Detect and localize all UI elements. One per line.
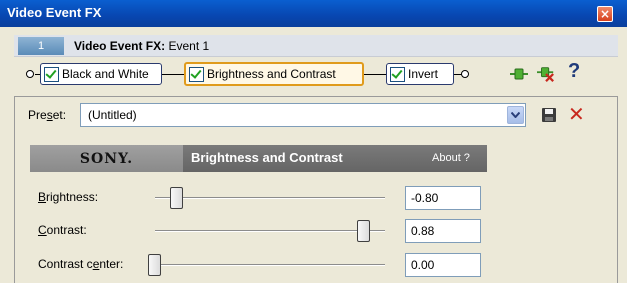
event-label-prefix: Video Event FX: xyxy=(74,39,166,53)
sony-logo: SONY. xyxy=(30,145,183,172)
chevron-down-icon[interactable] xyxy=(507,106,524,124)
delete-preset-button[interactable]: ✕ xyxy=(568,104,585,124)
contrast-slider-track[interactable] xyxy=(155,230,385,232)
plugin-enable-checkbox[interactable] xyxy=(189,66,204,82)
brightness-label: Brightness: xyxy=(38,190,98,204)
chain-end-node xyxy=(461,70,469,78)
contrast-label: Contrast: xyxy=(38,223,87,237)
plugin-black-and-white[interactable]: Black and White xyxy=(40,63,162,85)
event-label: Video Event FX: Event 1 xyxy=(74,39,209,53)
plugin-brightness-and-contrast[interactable]: Brightness and Contrast xyxy=(184,62,364,86)
label-rest: ontrast: xyxy=(46,223,87,237)
contrast-center-slider-track[interactable] xyxy=(155,264,385,266)
title-bar: Video Event FX xyxy=(0,0,627,27)
plugin-title: Brightness and Contrast xyxy=(191,150,343,165)
contrast-center-value-field[interactable]: 0.00 xyxy=(405,253,481,277)
contrast-slider-thumb[interactable] xyxy=(356,220,370,242)
preset-label-part: et: xyxy=(52,108,67,122)
brightness-slider-track[interactable] xyxy=(155,197,385,199)
plugin-label: Invert xyxy=(408,67,439,81)
preset-label: Preset: xyxy=(28,108,66,122)
event-label-name: Event 1 xyxy=(168,39,210,53)
about-button[interactable]: About ? xyxy=(432,152,470,164)
plugin-label: Black and White xyxy=(62,67,149,81)
contrast-center-slider-thumb[interactable] xyxy=(148,254,161,276)
plugin-label: Brightness and Contrast xyxy=(207,67,336,81)
help-button[interactable]: ? xyxy=(568,60,580,83)
event-number-badge: 1 xyxy=(18,37,64,55)
window-title: Video Event FX xyxy=(7,5,102,20)
plug-remove-icon[interactable] xyxy=(537,65,555,83)
plug-chain-add-icon[interactable] xyxy=(510,65,528,83)
label-mnemonic: B xyxy=(38,190,47,204)
plugin-enable-checkbox[interactable] xyxy=(44,66,59,82)
label-part: Contrast c xyxy=(38,257,93,271)
plugin-invert[interactable]: Invert xyxy=(386,63,454,85)
label-rest: rightness: xyxy=(46,190,99,204)
close-button[interactable]: × xyxy=(597,6,613,22)
plugin-enable-checkbox[interactable] xyxy=(390,66,405,82)
label-rest: nter: xyxy=(99,257,124,271)
brightness-slider-thumb[interactable] xyxy=(170,187,184,209)
chain-connector xyxy=(364,74,386,75)
contrast-value-field[interactable]: 0.88 xyxy=(405,219,481,243)
label-mnemonic: C xyxy=(38,223,47,237)
preset-dropdown[interactable] xyxy=(80,103,526,127)
contrast-center-label: Contrast center: xyxy=(38,257,123,271)
brightness-value-field[interactable]: -0.80 xyxy=(405,186,481,210)
chain-connector xyxy=(162,74,184,75)
preset-value: (Untitled) xyxy=(88,108,137,122)
save-preset-icon[interactable] xyxy=(541,107,557,123)
preset-label-part: Pre xyxy=(28,108,47,122)
chain-start-node xyxy=(26,70,34,78)
